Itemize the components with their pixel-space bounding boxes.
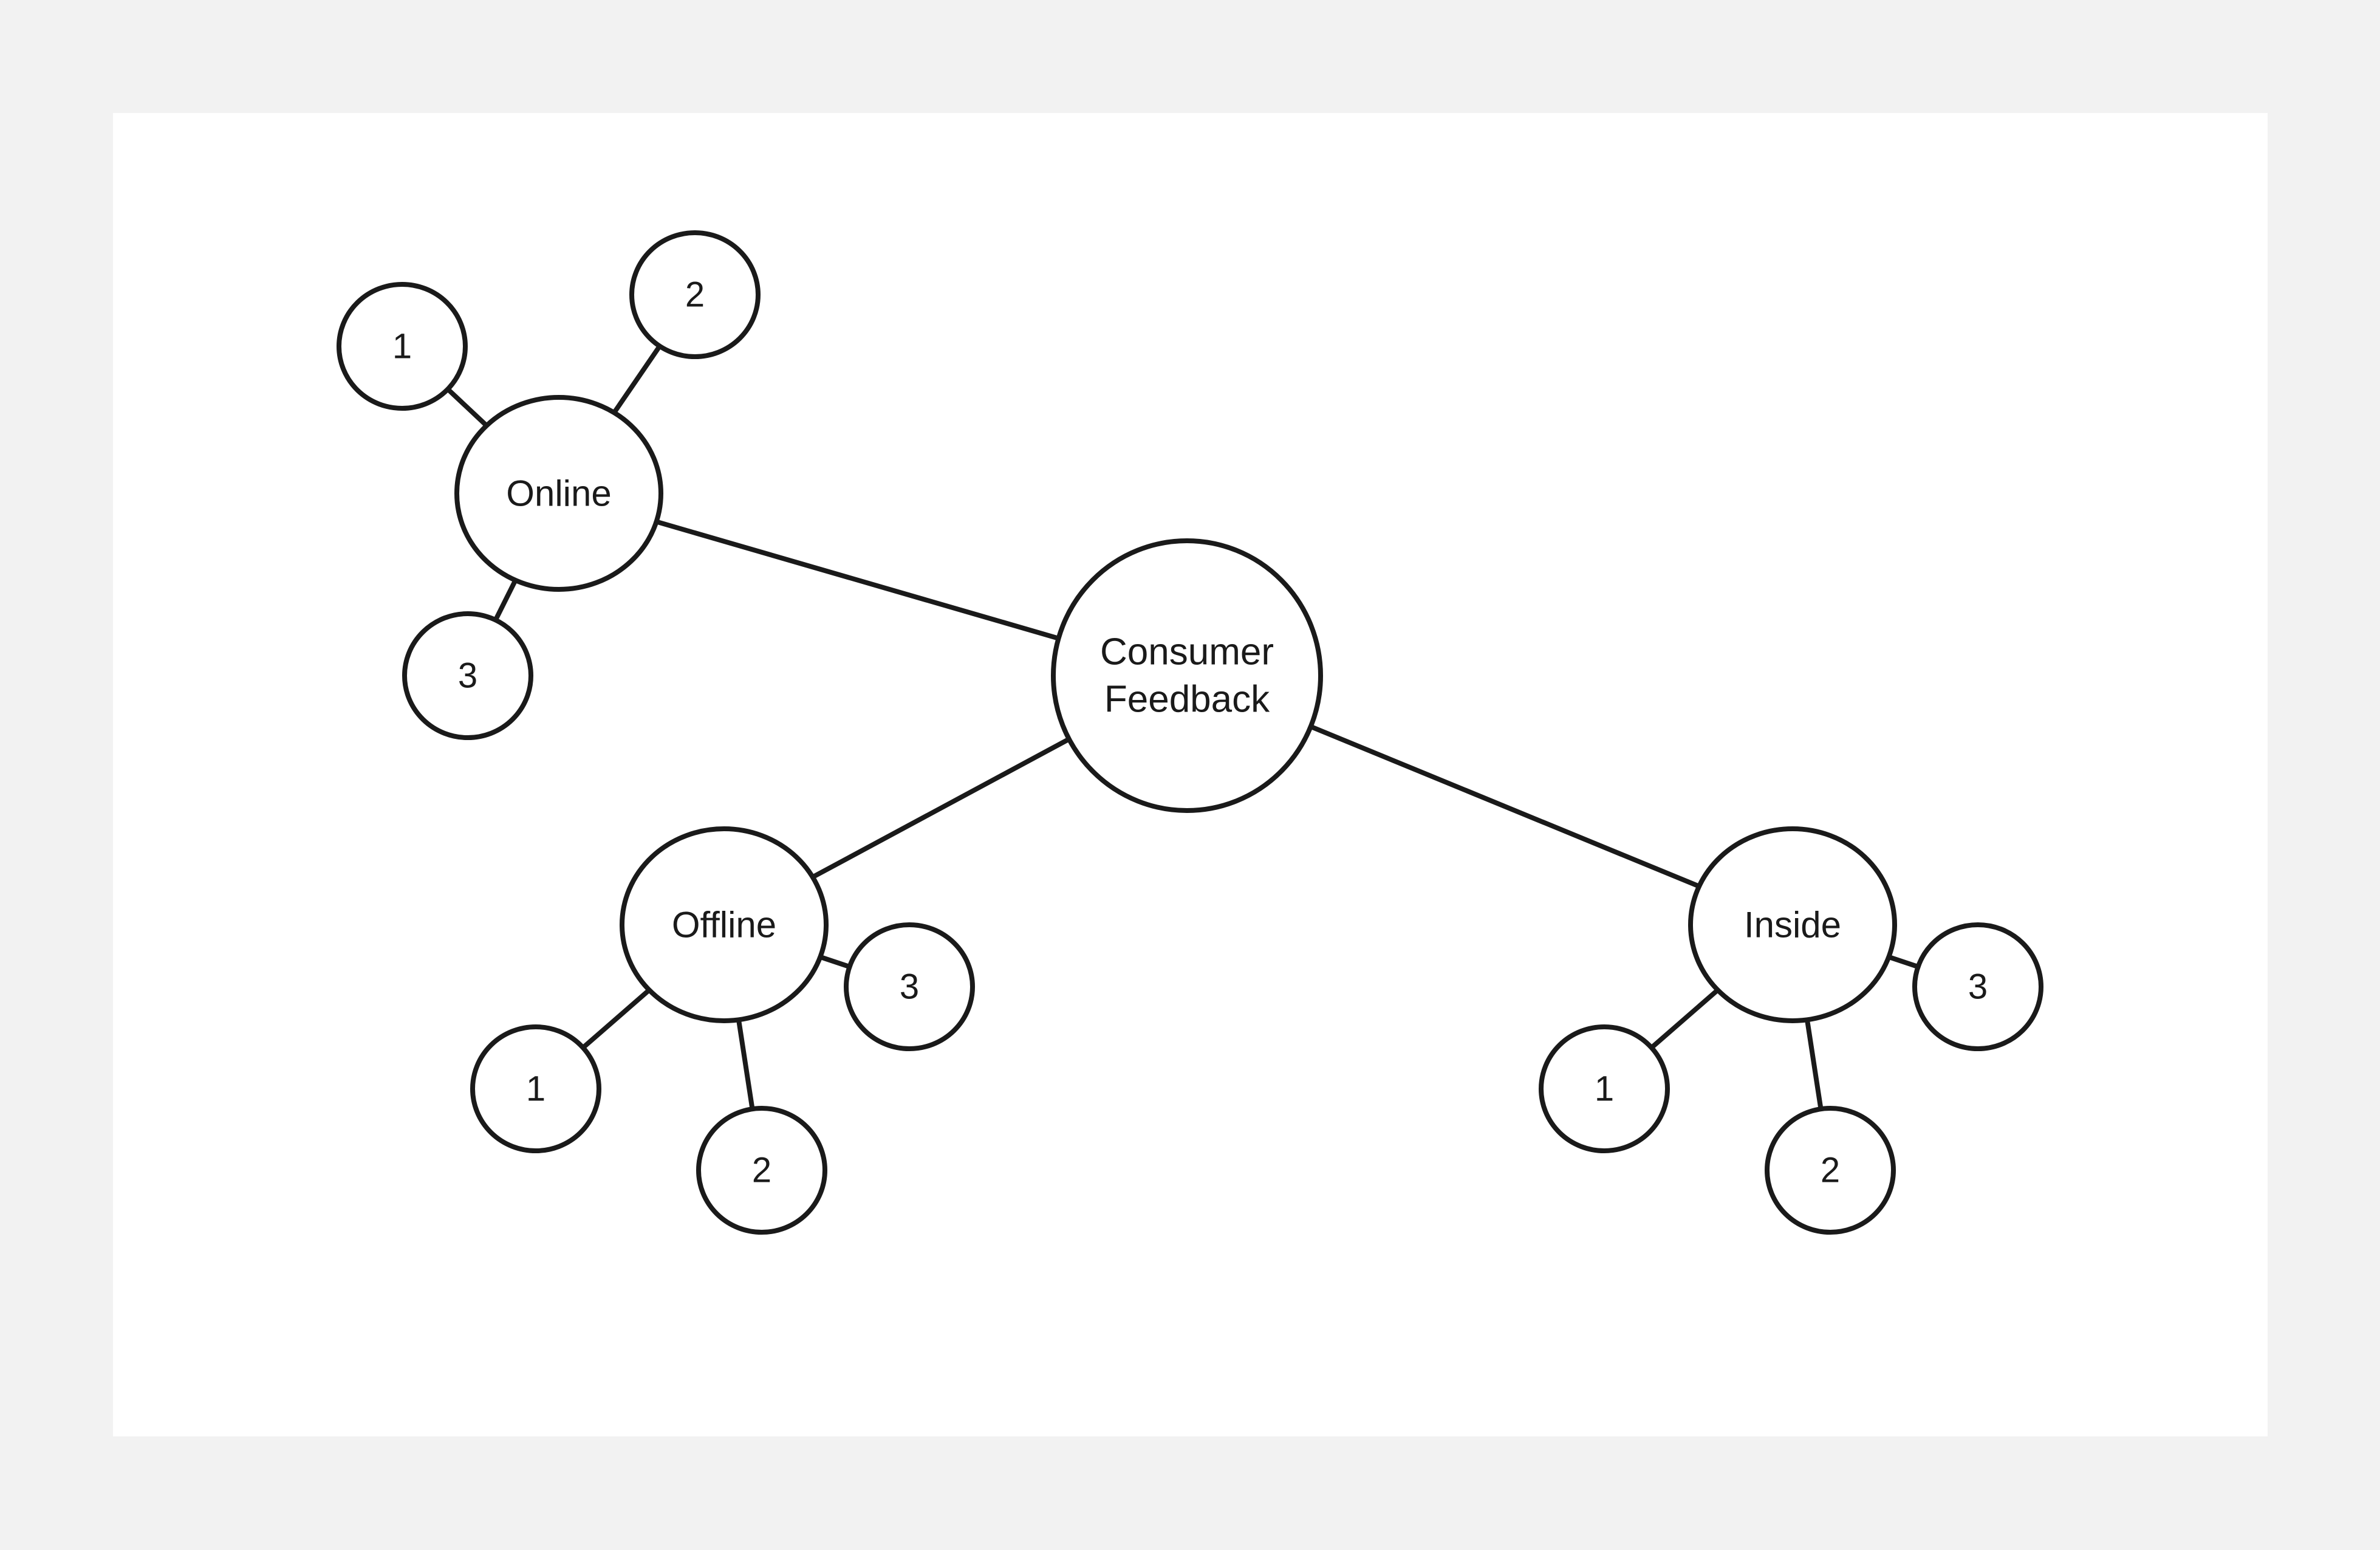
edge-offline-to-offline-3	[819, 955, 850, 969]
node-online-2[interactable]: 2	[629, 230, 761, 359]
node-label-inside-2: 2	[1821, 1151, 1840, 1190]
node-offline-2[interactable]: 2	[696, 1106, 827, 1235]
node-label-offline-2: 2	[752, 1151, 771, 1190]
node-label-online-2: 2	[685, 275, 705, 315]
node-label-online-3: 3	[458, 656, 477, 696]
edge-inside-to-inside-1	[1650, 988, 1720, 1050]
node-inside[interactable]: Inside	[1688, 826, 1897, 1023]
edge-offline-to-offline-1	[581, 988, 651, 1050]
edge-online-to-online-2	[612, 345, 662, 414]
node-consumer-feedback[interactable]: Consumer Feedback	[1051, 538, 1323, 813]
edge-inside-to-inside-2	[1805, 1019, 1824, 1109]
node-label-consumer-feedback-line-2: Feedback	[1104, 679, 1270, 721]
node-online-1[interactable]: 1	[337, 282, 468, 411]
node-label-inside-3: 3	[1968, 967, 1988, 1007]
node-label-offline-3: 3	[900, 967, 919, 1007]
node-online-3[interactable]: 3	[402, 611, 533, 740]
node-offline[interactable]: Offline	[620, 826, 829, 1023]
edge-online-to-online-1	[446, 387, 488, 428]
node-offline-3[interactable]: 3	[844, 922, 975, 1051]
node-label-inside: Inside	[1744, 905, 1841, 945]
nodes-layer: Consumer Feedback Online 1 2 3 Offline 1 2 3 Insid…	[337, 230, 2043, 1235]
node-label-inside-1: 1	[1595, 1069, 1614, 1109]
node-label-offline: Offline	[672, 905, 776, 945]
edge-consumer-feedback-to-inside	[1310, 724, 1700, 889]
edge-offline-to-offline-2	[736, 1019, 755, 1109]
node-offline-1[interactable]: 1	[470, 1024, 601, 1153]
node-inside-2[interactable]: 2	[1765, 1106, 1896, 1235]
node-online[interactable]: Online	[454, 395, 663, 592]
edge-consumer-feedback-to-online	[655, 519, 1059, 641]
edge-online-to-online-3	[493, 579, 518, 622]
node-inside-3[interactable]: 3	[1912, 922, 2043, 1051]
edge-inside-to-inside-3	[1888, 955, 1919, 969]
edge-consumer-feedback-to-offline	[811, 736, 1070, 880]
mind-map-diagram: Consumer Feedback Online 1 2 3 Offline 1 2 3 Insid…	[337, 230, 2043, 1235]
node-label-offline-1: 1	[526, 1069, 545, 1109]
node-label-online: Online	[506, 473, 611, 514]
node-shape-consumer-feedback[interactable]	[1051, 538, 1323, 813]
node-label-online-1: 1	[392, 327, 412, 366]
node-label-consumer-feedback-line-1: Consumer	[1100, 631, 1274, 673]
node-inside-1[interactable]: 1	[1539, 1024, 1670, 1153]
